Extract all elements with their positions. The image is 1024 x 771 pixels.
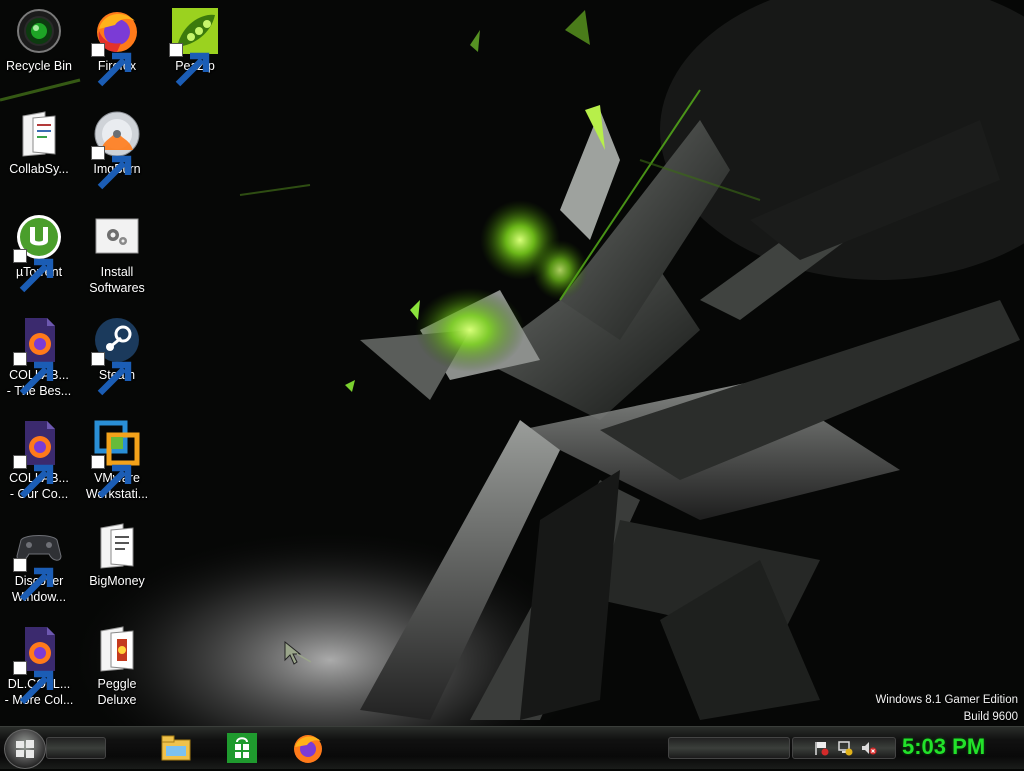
tray-action-center[interactable] [813, 740, 829, 756]
shortcut-arrow-icon [91, 43, 132, 87]
shortcut-arrow-icon [91, 352, 132, 396]
desktop-icon-label: Recycle Bin [6, 59, 72, 73]
mouse-cursor-icon [284, 640, 312, 665]
desktop-icon-dl-collab[interactable]: DL.COLL... - More Col... [0, 620, 78, 720]
desktop-icon-label: Install [100, 265, 134, 279]
recycle-bin-icon [17, 9, 61, 53]
taskbar [0, 726, 1024, 769]
desktop-icon-label: BigMoney [89, 574, 145, 588]
volume-muted-icon [862, 742, 877, 755]
desktop-icon-steam[interactable]: Steam [78, 311, 156, 411]
folder-doc-icon [100, 523, 134, 569]
store-icon [227, 733, 257, 763]
windows-logo-icon [16, 740, 34, 758]
shortcut-arrow-icon [13, 352, 54, 396]
shortcut-arrow-icon [91, 146, 132, 190]
flag-icon [815, 742, 829, 756]
desktop-icon-recycle-bin[interactable]: Recycle Bin [0, 2, 78, 102]
taskbar-clock[interactable]: 5:03 PM [902, 733, 1012, 761]
desktop-icon-label: CollabSy... [9, 162, 69, 176]
desktop-icon-peggle-deluxe[interactable]: Peggle Deluxe [78, 620, 156, 720]
taskbar-file-explorer[interactable] [158, 730, 194, 766]
desktop-icon-collab-our-co[interactable]: COLLAB... - Our Co... [0, 414, 78, 514]
taskbar-ornament [46, 737, 106, 759]
tray-network[interactable] [837, 740, 853, 756]
desktop-icon-label-line2: Deluxe [97, 693, 137, 707]
shortcut-arrow-icon [13, 455, 54, 499]
desktop-icon-collab-the-best[interactable]: COLLAB... - The Bes... [0, 311, 78, 411]
desktop-icon-firefox[interactable]: Firefox [78, 2, 156, 102]
desktop-icon-collabsy[interactable]: CollabSy... [0, 105, 78, 205]
file-explorer-icon [161, 735, 191, 761]
taskbar-store[interactable] [224, 730, 260, 766]
shortcut-arrow-icon [13, 661, 54, 705]
desktop-icon-discover-windows[interactable]: Discover Window... [0, 517, 78, 617]
os-watermark: Windows 8.1 Gamer Edition Build 9600 [875, 692, 1018, 726]
desktop-icon-vmware[interactable]: VMware Workstati... [78, 414, 156, 514]
desktop-icon-bigmoney[interactable]: BigMoney [78, 517, 156, 617]
folder-doc-icon [22, 111, 56, 157]
shortcut-arrow-icon [169, 43, 210, 87]
network-icon [838, 741, 853, 756]
tray-volume[interactable] [861, 740, 877, 756]
shortcut-arrow-icon [13, 249, 54, 293]
desktop-icon-label: Peggle [97, 677, 137, 691]
taskbar-firefox[interactable] [290, 730, 326, 766]
firefox-icon [294, 735, 322, 763]
desktop-icon-install-softwares[interactable]: Install Softwares [78, 208, 156, 308]
shortcut-arrow-icon [13, 558, 54, 602]
desktop-icon-peazip[interactable]: PeaZip [156, 2, 234, 102]
folder-doc-icon [100, 626, 134, 672]
desktop-icon-imgburn[interactable]: ImgBurn [78, 105, 156, 205]
settings-icon [95, 218, 139, 254]
start-button[interactable] [4, 729, 46, 769]
shortcut-arrow-icon [91, 455, 132, 499]
os-build-text: Build 9600 [963, 711, 1018, 723]
desktop-icon-utorrent[interactable]: µTorrent [0, 208, 78, 308]
desktop-icon-label-line2: Softwares [89, 281, 145, 295]
os-edition-text: Windows 8.1 Gamer Edition [875, 694, 1018, 706]
taskbar-ornament [668, 737, 790, 759]
